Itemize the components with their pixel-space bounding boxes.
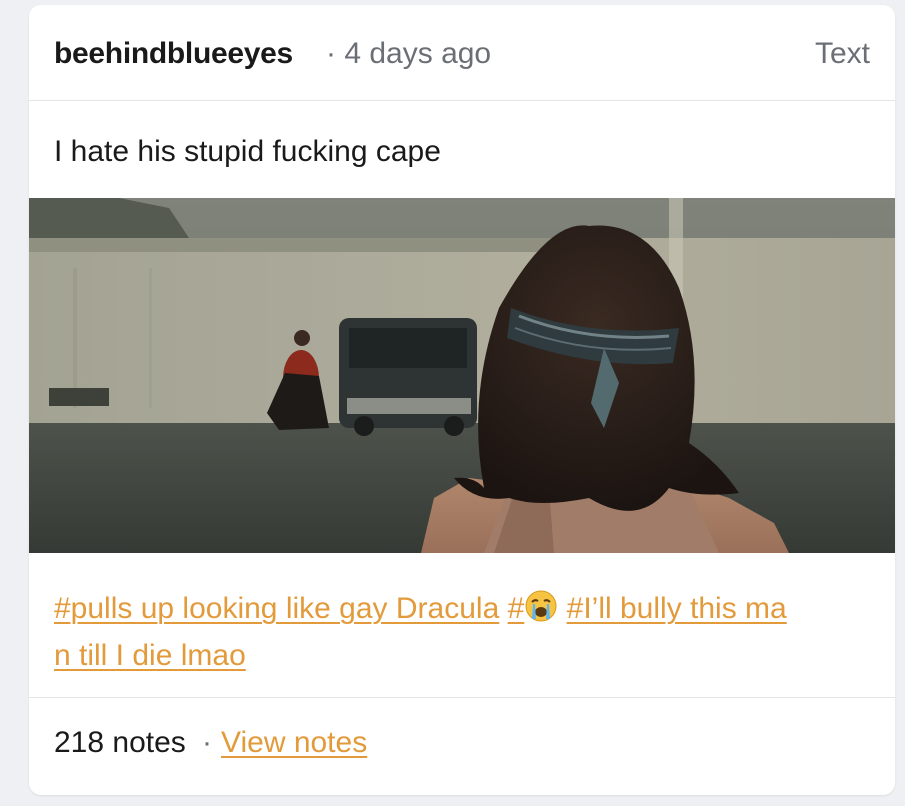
- notes-count: 218 notes: [54, 726, 186, 759]
- post-body-text: I hate his stupid fucking cape: [54, 135, 441, 168]
- post-tags: #pulls up looking like gay Dracula # #I’…: [54, 585, 874, 679]
- footer-separator: ·: [202, 726, 212, 759]
- post-footer: 218 notes · View notes: [29, 697, 895, 795]
- post-card: beehindblueeyes · 4 days ago Text I hate…: [29, 5, 895, 795]
- username-link[interactable]: beehindblueeyes: [54, 37, 293, 71]
- tag-text-line2: n till I die lmao: [54, 639, 246, 672]
- post-timestamp: · 4 days ago: [326, 37, 491, 71]
- post-type-label: Text: [814, 37, 870, 70]
- tag-link[interactable]: #pulls up looking like gay Dracula: [54, 592, 499, 625]
- tag-link-emoji[interactable]: #: [507, 590, 559, 625]
- tag-text-line1: #I’ll bully this ma: [566, 592, 787, 625]
- view-notes-link[interactable]: View notes: [221, 726, 367, 760]
- post-header: beehindblueeyes · 4 days ago Text: [29, 5, 895, 101]
- timestamp-separator: ·: [326, 37, 336, 70]
- tag-prefix: #: [507, 592, 525, 625]
- timestamp-text[interactable]: 4 days ago: [344, 37, 491, 70]
- crying-face-icon: [525, 590, 557, 622]
- post-image[interactable]: [29, 198, 895, 553]
- post-image-drawing: [29, 198, 895, 553]
